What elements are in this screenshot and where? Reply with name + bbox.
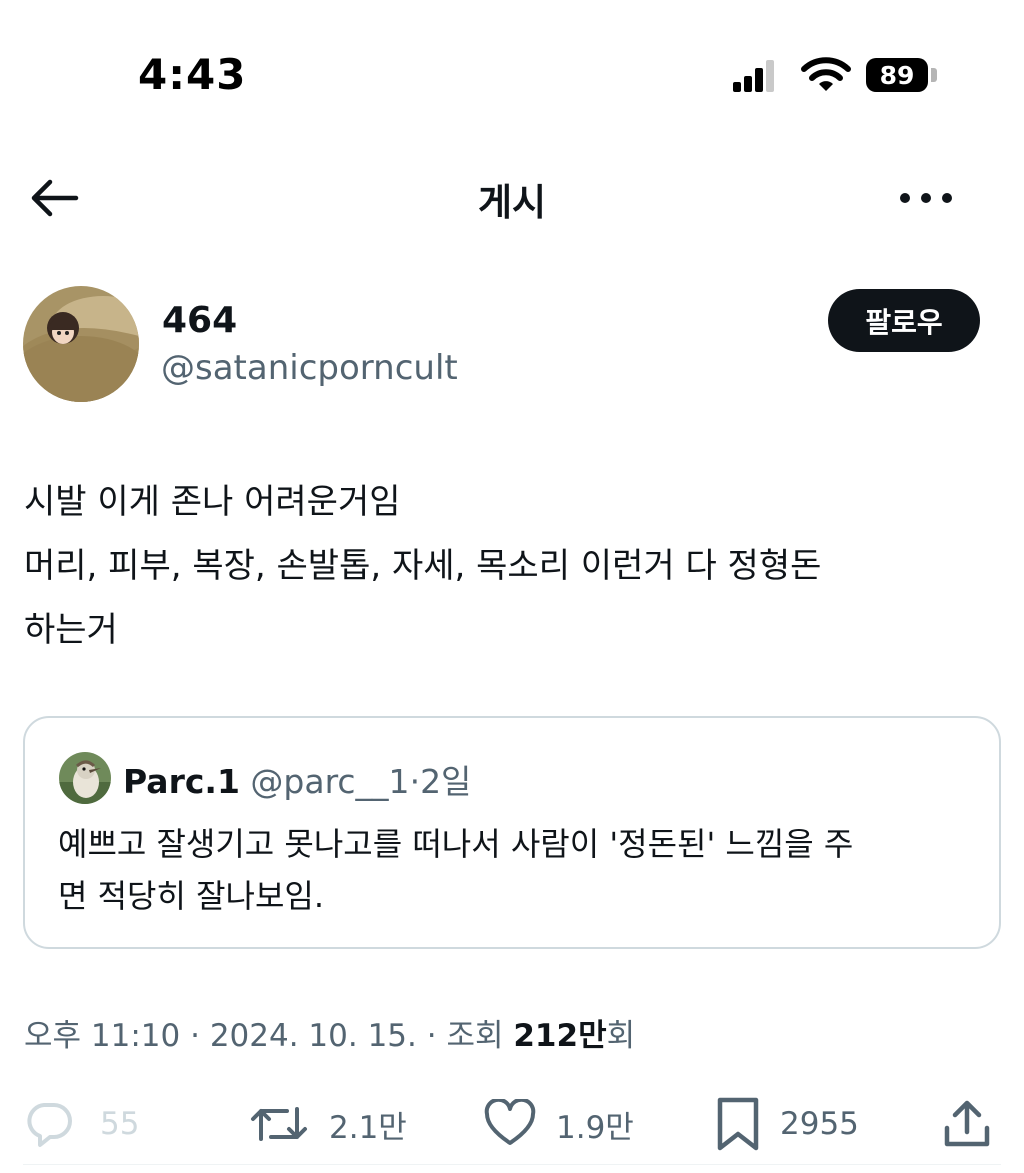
quote-text-line: 면 적당히 잘나보임.: [58, 877, 325, 915]
post-text-line: 머리, 피부, 복장, 손발톱, 자세, 목소리 이런거 다 정형돈: [24, 546, 822, 586]
quoted-post[interactable]: Parc.1 @parc__1·2일 예쁘고 잘생기고 못나고를 떠나서 사람이…: [23, 716, 1001, 949]
reply-icon: [27, 1103, 72, 1147]
more-options-icon[interactable]: [896, 180, 956, 216]
reply-button[interactable]: 55: [24, 1096, 139, 1152]
back-arrow-icon[interactable]: [28, 176, 80, 220]
quote-author-avatar: [59, 752, 111, 804]
battery-cap: [931, 68, 937, 82]
post-time: 오후 11:10: [24, 1018, 181, 1054]
battery-level: 89: [879, 60, 915, 90]
quote-separator: ·: [409, 762, 421, 801]
views-suffix: 회: [606, 1018, 636, 1054]
wifi-icon: [801, 57, 851, 91]
retweet-icon: [251, 1107, 307, 1141]
like-count: 1.9만: [556, 1109, 634, 1146]
meta-separator: ·: [190, 1018, 200, 1054]
views-count: 212만: [513, 1018, 607, 1054]
quote-text: 예쁘고 잘생기고 못나고를 떠나서 사람이 '정돈된' 느낌을 주 면 적당히 …: [58, 818, 988, 922]
share-button[interactable]: [943, 1096, 991, 1152]
quote-header: Parc.1 @parc__1·2일: [123, 755, 471, 803]
quote-text-line: 예쁘고 잘생기고 못나고를 떠나서 사람이 '정돈된' 느낌을 주: [58, 825, 854, 863]
post-text-line: 하는거: [24, 610, 118, 650]
retweet-count: 2.1만: [329, 1109, 407, 1146]
post-meta: 오후 11:10 · 2024. 10. 15. · 조회 212만회: [24, 1010, 635, 1055]
post-date: 2024. 10. 15.: [209, 1018, 417, 1054]
status-time: 4:43: [138, 50, 247, 99]
like-button[interactable]: 1.9만: [484, 1096, 634, 1152]
views-label: 조회: [446, 1018, 504, 1054]
quote-author-name: Parc.1: [123, 762, 240, 801]
reply-count: 55: [100, 1106, 140, 1142]
bookmark-button[interactable]: 2955: [716, 1096, 859, 1152]
follow-button[interactable]: 팔로우: [828, 289, 980, 352]
share-icon: [944, 1100, 990, 1147]
retweet-button[interactable]: 2.1만: [249, 1096, 407, 1152]
quote-time: 2일: [420, 762, 472, 801]
author-avatar[interactable]: [23, 286, 139, 402]
bookmark-icon: [717, 1097, 759, 1151]
post-text-line: 시발 이게 존나 어려운거임: [24, 482, 401, 522]
meta-separator: ·: [426, 1018, 437, 1054]
battery-icon: 89: [866, 58, 928, 92]
author-name[interactable]: 464: [162, 300, 237, 341]
quote-author-handle: @parc__1: [250, 762, 410, 801]
divider: [23, 1164, 1001, 1165]
page-title: 게시: [477, 181, 547, 224]
heart-icon: [484, 1099, 536, 1145]
cellular-signal-icon: [733, 58, 774, 92]
author-handle[interactable]: @satanicporncult: [161, 348, 458, 388]
bookmark-count: 2955: [780, 1106, 859, 1142]
post-text: 시발 이게 존나 어려운거임 머리, 피부, 복장, 손발톱, 자세, 목소리 …: [24, 470, 999, 662]
